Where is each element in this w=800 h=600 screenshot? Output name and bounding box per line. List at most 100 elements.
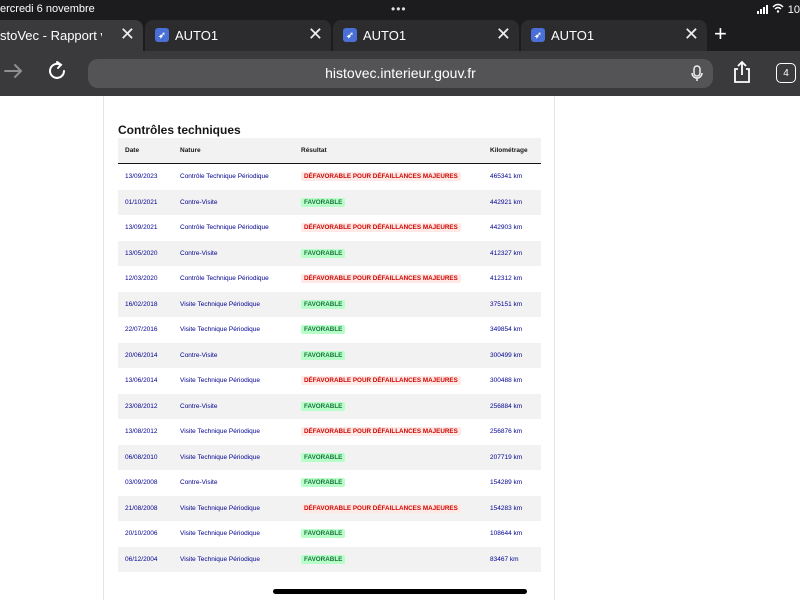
close-icon[interactable]: ✕ [308,25,323,43]
cell-date: 13/08/2012 [125,428,158,436]
url-text: histovec.interieur.gouv.fr [325,65,476,81]
tab-auto1-2[interactable]: ➶ AUTO1 ✕ [333,20,519,51]
status-date: ercredi 6 novembre [0,3,95,15]
cell-nature: Contre-Visite [180,479,218,487]
cell-date: 06/12/2004 [118,546,173,572]
status-badge: FAVORABLE [301,248,346,258]
table-row: 22/07/2016 Visite Technique Périodique FAV… [118,317,541,343]
table-row: 03/09/2008 Contre-Visite FAVORABLE 154289 k… [118,470,541,496]
section-title: Contrôles techniques [118,123,241,137]
home-indicator[interactable] [273,589,527,594]
cell-result: FAVORABLE [294,317,483,343]
close-icon[interactable]: ✕ [684,25,699,43]
table-row: 20/06/2014 Contre-Visite FAVORABLE 300499 k… [118,342,541,368]
tab-histovec[interactable]: stoVec - Rapport vende ✕ [0,20,143,51]
wifi-icon [772,3,784,16]
cell-result: DÉFAVORABLE POUR DÉFAILLANCES MAJEURES [294,368,483,394]
table-row: 13/08/2012 Visite Technique Périodique DÉF… [118,419,541,445]
multitasking-dots-icon[interactable]: ••• [391,2,407,16]
table-row: 20/10/2006 Visite Technique Périodique FAV… [118,521,541,547]
tab-count-button[interactable]: 4 [776,63,796,83]
cell-mileage: 375151 km [483,291,541,317]
cell-nature: Contrôle Technique Périodique [180,224,269,232]
cell-nature: Contre-Visite [173,393,294,419]
address-bar[interactable]: histovec.interieur.gouv.fr [88,59,713,88]
cell-mileage: 300488 km [490,377,523,385]
cell-date: 16/02/2018 [118,291,173,317]
status-bar: ercredi 6 novembre ••• 10 [0,0,800,20]
cell-mileage: 256876 km [490,428,523,436]
cell-result: FAVORABLE [294,444,483,470]
arrow-right-icon[interactable] [2,60,24,87]
cell-result: DÉFAVORABLE POUR DÉFAILLANCES MAJEURES [294,164,483,190]
tab-label: stoVec - Rapport vende [0,28,102,43]
status-badge: FAVORABLE [301,478,346,488]
cell-mileage: 83467 km [483,546,541,572]
cell-nature: Visite Technique Périodique [180,530,260,538]
close-icon[interactable]: ✕ [120,25,135,43]
status-badge: FAVORABLE [301,350,346,360]
cell-date: 20/10/2006 [125,530,158,538]
browser-toolbar: histovec.interieur.gouv.fr 4 [0,51,800,96]
cell-mileage: 207719 km [483,444,541,470]
header-mileage: Kilométrage [483,138,541,164]
auto1-favicon-icon: ➶ [155,28,169,42]
cell-date: 22/07/2016 [125,326,158,334]
microphone-icon[interactable] [691,59,703,88]
status-badge: DÉFAVORABLE POUR DÉFAILLANCES MAJEURES [301,376,461,386]
cell-nature: Visite Technique Périodique [173,444,294,470]
tab-bar: stoVec - Rapport vende ✕ ➶ AUTO1 ✕ ➶ AUT… [0,20,800,51]
status-badge: FAVORABLE [301,452,346,462]
status-badge: FAVORABLE [301,197,346,207]
status-badge: DÉFAVORABLE POUR DÉFAILLANCES MAJEURES [301,503,461,513]
cell-mileage: 154283 km [483,495,541,521]
cell-result: FAVORABLE [294,291,483,317]
cell-date: 13/09/2023 [125,173,158,181]
cell-result: FAVORABLE [294,342,483,368]
cell-date: 03/09/2008 [125,479,158,487]
cell-date: 21/08/2008 [118,495,173,521]
status-badge: FAVORABLE [301,554,346,564]
cell-nature: Contre-Visite [173,240,294,266]
cell-result: FAVORABLE [294,546,483,572]
cell-mileage: 412327 km [483,240,541,266]
table-row: 13/09/2021 Contrôle Technique Périodique D… [118,215,541,241]
table-row: 16/02/2018 Visite Technique Périodique FAV… [118,291,541,317]
tab-label: AUTO1 [175,28,219,43]
table-row: 12/03/2020 Contrôle Technique Périodique D… [118,266,541,292]
tab-auto1-1[interactable]: ➶ AUTO1 ✕ [145,20,331,51]
auto1-favicon-icon: ➶ [343,28,357,42]
table-row: 21/08/2008 Visite Technique Périodique DÉF… [118,495,541,521]
header-result: Résultat [294,138,483,164]
cell-nature: Contre-Visite [173,342,294,368]
table-row: 06/08/2010 Visite Technique Périodique FAV… [118,444,541,470]
plus-icon[interactable]: + [714,22,727,46]
cell-mileage: 300499 km [483,342,541,368]
cell-date: 13/09/2021 [125,224,158,232]
cell-mileage: 154289 km [490,479,523,487]
table-row: 23/08/2012 Contre-Visite FAVORABLE 256884 k… [118,393,541,419]
cell-result: DÉFAVORABLE POUR DÉFAILLANCES MAJEURES [294,495,483,521]
cell-mileage: 412312 km [490,275,523,283]
cell-nature: Contrôle Technique Périodique [180,173,269,181]
cell-nature: Contrôle Technique Périodique [180,275,269,283]
cell-mileage: 349854 km [490,326,523,334]
reload-icon[interactable] [46,60,68,87]
table-row: 13/06/2014 Visite Technique Périodique DÉF… [118,368,541,394]
cell-date: 13/06/2014 [125,377,158,385]
close-icon[interactable]: ✕ [496,25,511,43]
status-time: 10 [787,3,800,16]
table-row: 01/10/2021 Contre-Visite FAVORABLE 442921 k… [118,189,541,215]
status-badge: DÉFAVORABLE POUR DÉFAILLANCES MAJEURES [301,274,461,284]
cellular-signal-icon [756,5,768,14]
header-nature: Nature [173,138,294,164]
cell-result: DÉFAVORABLE POUR DÉFAILLANCES MAJEURES [294,419,483,445]
cell-result: FAVORABLE [294,189,483,215]
tab-auto1-3[interactable]: ➶ AUTO1 ✕ [521,20,707,51]
cell-nature: Visite Technique Périodique [180,377,260,385]
tab-label: AUTO1 [551,28,595,43]
share-icon[interactable] [731,60,753,89]
header-date: Date [118,138,173,164]
cell-date: 01/10/2021 [118,189,173,215]
cell-mileage: 465341 km [490,173,523,181]
